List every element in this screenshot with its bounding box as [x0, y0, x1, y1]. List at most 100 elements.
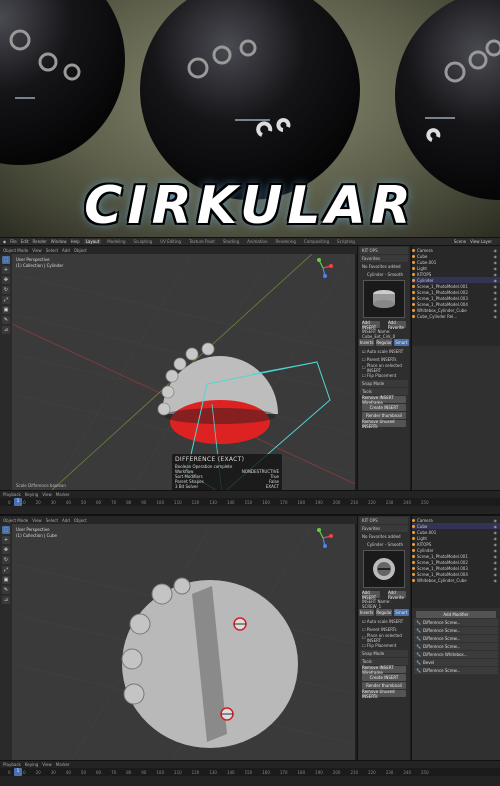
eye-icon[interactable]: ◉ [494, 548, 498, 553]
menu-view[interactable]: View [32, 518, 42, 523]
tab-compositing[interactable]: Compositing [302, 239, 331, 244]
create-insert-button[interactable]: Create INSERT [362, 404, 406, 411]
last-operator-label[interactable]: Scale Difference boolean [16, 483, 66, 488]
eye-icon[interactable]: ◉ [494, 260, 498, 265]
move-icon[interactable]: ✥ [2, 546, 10, 554]
eye-icon[interactable]: ◉ [494, 290, 498, 295]
modifier-row[interactable]: 🔧 Difference Screw... [414, 619, 498, 626]
playhead[interactable]: 1 [14, 768, 22, 776]
annotate-icon[interactable]: ✎ [2, 316, 10, 324]
blender-logo-icon[interactable]: ◆ [3, 239, 6, 244]
menu-file[interactable]: File [10, 239, 17, 244]
menu-object[interactable]: Object [74, 248, 87, 253]
eye-icon[interactable]: ◉ [494, 554, 498, 559]
remove-unused-button[interactable]: Remove Unused INSERTs [362, 689, 406, 699]
mode-dropdown[interactable]: Object Mode [3, 248, 28, 253]
add-favorite-button[interactable]: Add Favorite [388, 590, 406, 600]
outliner-row[interactable]: Cube_Cylinder Rel... ◉ [412, 313, 500, 319]
cursor-icon[interactable]: + [2, 266, 10, 274]
menu-window[interactable]: Window [51, 239, 67, 244]
remove-wireframe-button[interactable]: Remove INSERT Wireframe [362, 395, 406, 405]
eye-icon[interactable]: ◉ [494, 518, 498, 523]
menu-select[interactable]: Select [46, 248, 58, 253]
measure-icon[interactable]: ⊿ [2, 326, 10, 334]
eye-icon[interactable]: ◉ [494, 530, 498, 535]
modifier-row[interactable]: 🔧 Difference Whitebox... [414, 651, 498, 658]
menu-add[interactable]: Add [62, 248, 70, 253]
timeline-marker-menu[interactable]: Marker [56, 762, 70, 767]
3d-viewport[interactable]: User Perspective (1) Collection | Cube [12, 524, 355, 760]
kitops-header[interactable]: KIT OPS [360, 517, 408, 524]
eye-icon[interactable]: ◉ [494, 542, 498, 547]
add-insert-button[interactable]: Add INSERT [362, 320, 380, 330]
transform-icon[interactable]: ▣ [2, 306, 10, 314]
measure-icon[interactable]: ⊿ [2, 596, 10, 604]
mode-regular[interactable]: Regular [376, 339, 392, 346]
mode-regular[interactable]: Regular [376, 609, 392, 616]
insert-thumbnail[interactable] [363, 280, 405, 318]
insert-thumbnail[interactable] [363, 550, 405, 588]
select-box-icon[interactable]: ⬚ [2, 526, 10, 534]
timeline-view-menu[interactable]: View [42, 762, 52, 767]
eye-icon[interactable]: ◉ [494, 266, 498, 271]
menu-help[interactable]: Help [71, 239, 80, 244]
rotate-icon[interactable]: ↻ [2, 556, 10, 564]
eye-icon[interactable]: ◉ [494, 308, 498, 313]
eye-icon[interactable]: ◉ [494, 254, 498, 259]
eye-icon[interactable]: ◉ [494, 536, 498, 541]
modifier-row[interactable]: 🔧 Difference Screw... [414, 627, 498, 634]
mode-inserts[interactable]: Inserts [359, 339, 375, 346]
eye-icon[interactable]: ◉ [494, 314, 498, 319]
menu-object[interactable]: Object [74, 518, 87, 523]
mode-dropdown[interactable]: Object Mode [3, 518, 28, 523]
timeline-marker-menu[interactable]: Marker [56, 492, 70, 497]
modifier-row[interactable]: 🔧 Difference Screw... [414, 643, 498, 650]
option-auto-scale[interactable]: ☑ Auto scale INSERT [360, 348, 408, 355]
menu-view[interactable]: View [32, 248, 42, 253]
favorites-subheader[interactable]: Favorites [360, 525, 408, 532]
mode-smart[interactable]: Smart [393, 609, 409, 616]
navigation-gizmo-icon[interactable] [313, 528, 333, 548]
add-favorite-button[interactable]: Add Favorite [388, 320, 406, 330]
tab-animation[interactable]: Animation [245, 239, 269, 244]
tab-shading[interactable]: Shading [221, 239, 241, 244]
option-auto-scale[interactable]: ☑ Auto scale INSERT [360, 618, 408, 625]
timeline-playback-menu[interactable]: Playback [3, 492, 21, 497]
playhead[interactable]: 1 [14, 498, 22, 506]
cursor-icon[interactable]: + [2, 536, 10, 544]
eye-icon[interactable]: ◉ [494, 248, 498, 253]
eye-icon[interactable]: ◉ [494, 284, 498, 289]
tab-sculpting[interactable]: Sculpting [132, 239, 155, 244]
tab-layout[interactable]: Layout [83, 239, 102, 244]
kitops-header[interactable]: KIT OPS [360, 247, 408, 254]
transform-icon[interactable]: ▣ [2, 576, 10, 584]
create-insert-button[interactable]: Create INSERT [362, 674, 406, 681]
outliner-row[interactable]: Whitebox_Cylinder_Cube ◉ [412, 577, 500, 583]
modifier-row[interactable]: 🔧 Difference Screw... [414, 635, 498, 642]
move-icon[interactable]: ✥ [2, 276, 10, 284]
tab-texture-paint[interactable]: Texture Paint [187, 239, 217, 244]
scene-selector[interactable]: Scene [454, 239, 466, 244]
timeline-view-menu[interactable]: View [42, 492, 52, 497]
tab-modeling[interactable]: Modeling [105, 239, 127, 244]
menu-add[interactable]: Add [62, 518, 70, 523]
timeline-keying-menu[interactable]: Keying [25, 762, 38, 767]
scale-icon[interactable]: ⤢ [2, 566, 10, 574]
timeline-keying-menu[interactable]: Keying [25, 492, 38, 497]
menu-render[interactable]: Render [33, 239, 47, 244]
tab-uv-editing[interactable]: UV Editing [158, 239, 183, 244]
tab-rendering[interactable]: Rendering [274, 239, 298, 244]
mode-smart[interactable]: Smart [393, 339, 409, 346]
option-place-on-selected[interactable]: ☐ Place on selected INSERT [360, 633, 408, 643]
3d-viewport[interactable]: User Perspective (1) Collection | Cylind… [12, 254, 355, 490]
add-modifier-button[interactable]: Add Modifier [416, 611, 496, 618]
tab-scripting[interactable]: Scripting [335, 239, 357, 244]
eye-icon[interactable]: ◉ [494, 524, 498, 529]
mode-inserts[interactable]: Inserts [359, 609, 375, 616]
modifier-row[interactable]: 🔧 Bevel [414, 659, 498, 666]
add-insert-button[interactable]: Add INSERT [362, 590, 380, 600]
eye-icon[interactable]: ◉ [494, 566, 498, 571]
eye-icon[interactable]: ◉ [494, 560, 498, 565]
menu-select[interactable]: Select [46, 518, 58, 523]
frame-ruler[interactable]: 1 0 10 20 30 40 50 60 70 80 90 100 110 120 130 140 150 1… [0, 768, 500, 776]
